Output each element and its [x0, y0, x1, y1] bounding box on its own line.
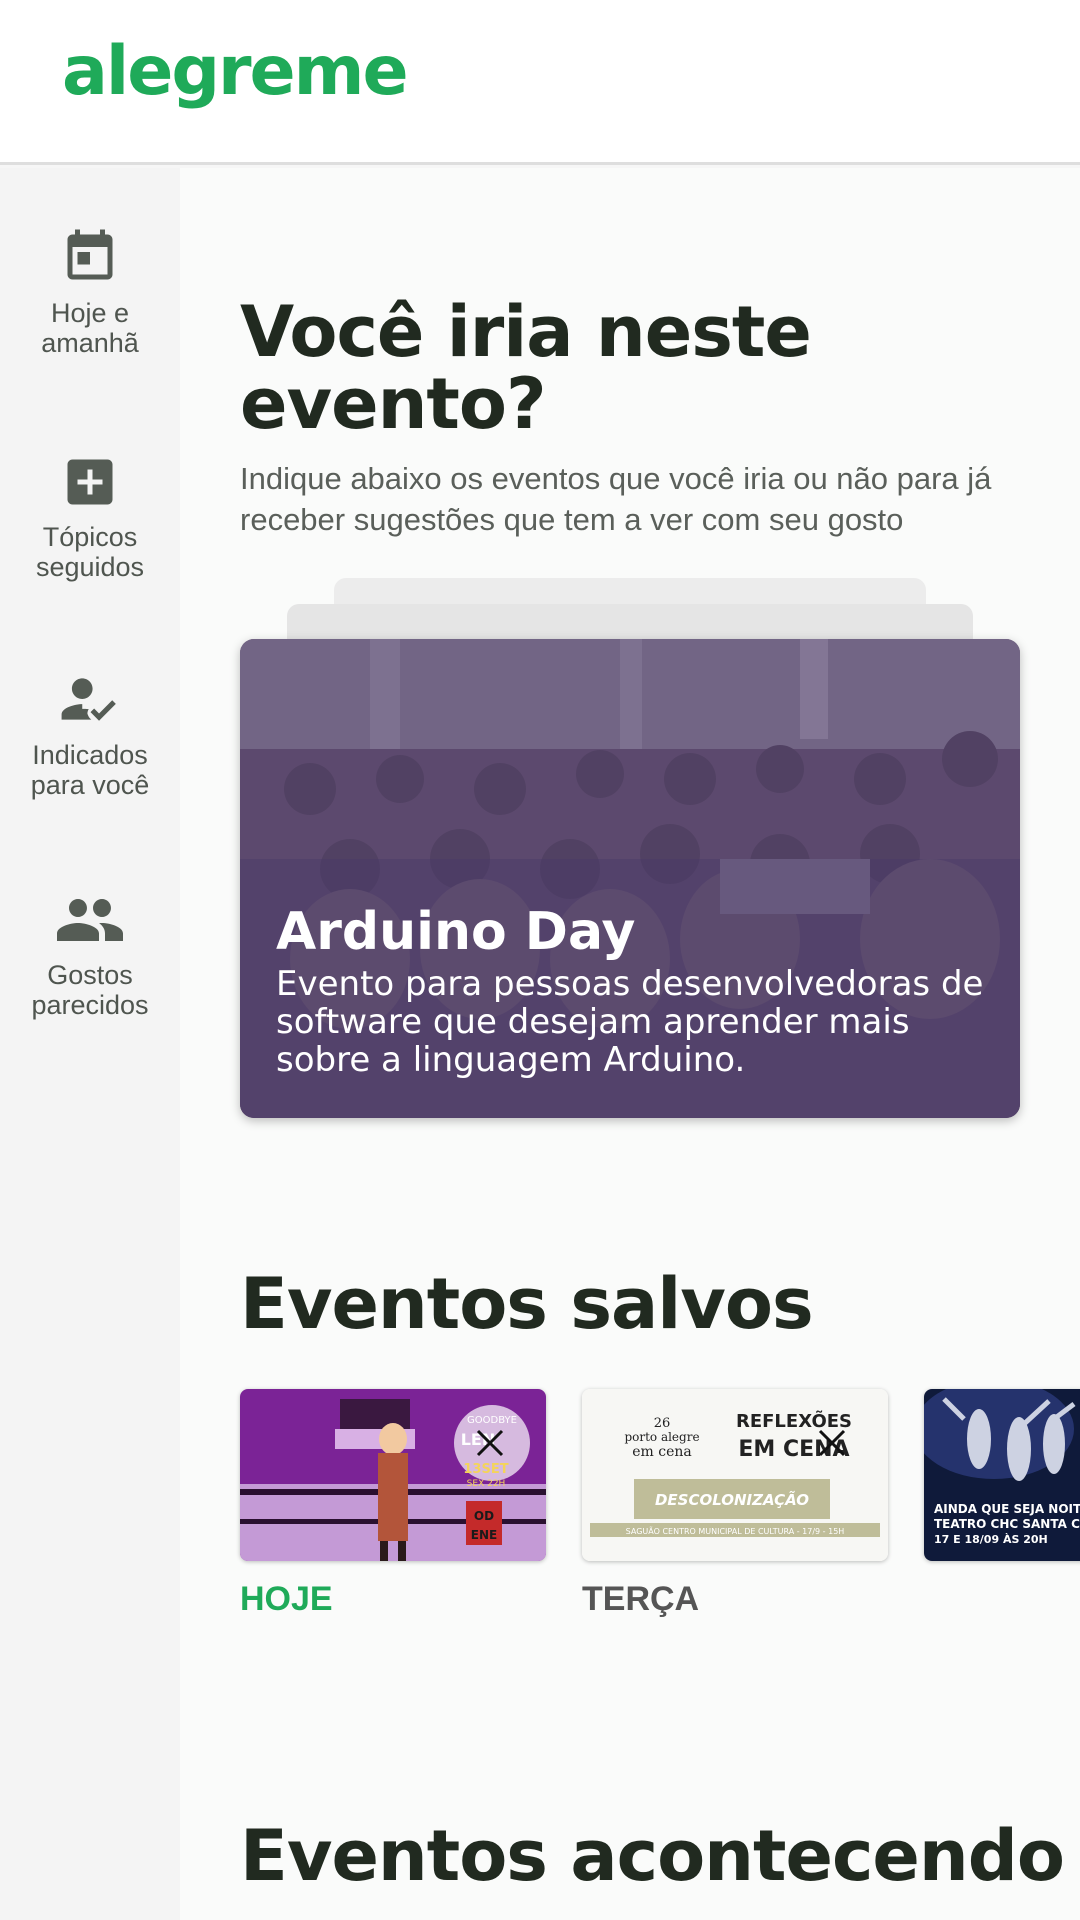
- poster-text: 26: [654, 1416, 671, 1431]
- poster-text: ENE: [471, 1528, 497, 1542]
- saved-event-day: TERÇA: [582, 1580, 700, 1618]
- sidebar-item-indicados[interactable]: Indicados para você: [0, 668, 180, 800]
- card-title: Arduino Day: [276, 902, 636, 962]
- event-poster: GOODBYE LEN 13SET SEX 22H OD ENE: [240, 1389, 546, 1561]
- add-box-icon: [67, 459, 113, 505]
- sidebar: Hoje e amanhã Tópicos seguidos Indicados…: [0, 168, 180, 1920]
- app-logo[interactable]: alegreme: [62, 38, 409, 106]
- saved-event-card[interactable]: GOODBYE LEN 13SET SEX 22H OD ENE: [240, 1389, 546, 1561]
- poster-text: DESCOLONIZAÇÃO: [655, 1490, 809, 1509]
- main-content: Você iria neste evento? Indique abaixo o…: [180, 168, 1080, 1920]
- sidebar-item-label: Indicados para você: [30, 740, 150, 800]
- saved-event-card[interactable]: 26 porto alegre em cena REFLEXÕES EM CEN…: [582, 1389, 888, 1561]
- event-poster: AINDA QUE SEJA NOITE TEATRO CHC SANTA CA…: [924, 1389, 1080, 1561]
- suggestion-card[interactable]: Arduino Day Evento para pessoas desenvol…: [240, 639, 1020, 1118]
- event-poster: 26 porto alegre em cena REFLEXÕES EM CEN…: [582, 1389, 888, 1561]
- saved-event-day: HOJE: [240, 1580, 333, 1618]
- saved-events-title: Eventos salvos: [240, 1263, 814, 1345]
- poster-text: SAGUÃO CENTRO MUNICIPAL DE CULTURA - 17/…: [626, 1526, 845, 1536]
- sidebar-item-hoje-e-amanha[interactable]: Hoje e amanhã: [0, 226, 180, 358]
- poster-text: AINDA QUE SEJA NOITE: [934, 1502, 1080, 1516]
- saved-event-card[interactable]: AINDA QUE SEJA NOITE TEATRO CHC SANTA CA…: [924, 1389, 1080, 1561]
- poster-text: porto alegre: [624, 1430, 699, 1444]
- people-icon: [57, 899, 123, 941]
- app-header: alegreme: [0, 0, 1080, 165]
- poster-text: TEATRO CHC SANTA CASA: [934, 1517, 1080, 1531]
- poster-text: 17 E 18/09 ÀS 20H: [934, 1533, 1048, 1546]
- poster-text: OD: [474, 1509, 494, 1523]
- poster-text: em cena: [632, 1444, 692, 1460]
- close-icon[interactable]: [810, 1421, 854, 1465]
- suggestion-subtitle: Indique abaixo os eventos que você iria …: [240, 461, 992, 537]
- poster-text: SEX 22H: [467, 1479, 506, 1489]
- sidebar-item-gostos-parecidos[interactable]: Gostos parecidos: [0, 890, 180, 1020]
- calendar-icon: [67, 229, 113, 280]
- suggestion-title: Você iria neste evento?: [240, 291, 812, 445]
- close-icon[interactable]: [468, 1421, 512, 1465]
- sidebar-item-topicos-seguidos[interactable]: Tópicos seguidos: [0, 452, 180, 582]
- sidebar-item-label: Hoje e amanhã: [41, 298, 139, 358]
- card-description: Evento para pessoas desenvolvedoras de s…: [276, 964, 984, 1080]
- sidebar-item-label: Gostos parecidos: [31, 960, 149, 1020]
- today-events-title: Eventos acontecendo hoje: [240, 1815, 1080, 1897]
- sidebar-item-label: Tópicos seguidos: [35, 522, 145, 582]
- person-check-icon: [61, 678, 116, 721]
